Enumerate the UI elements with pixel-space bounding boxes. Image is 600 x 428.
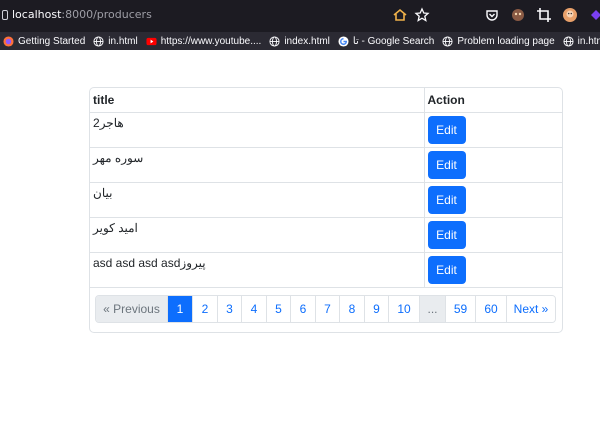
- table-row: بیان Edit: [90, 181, 563, 218]
- bookmark-in-html-2[interactable]: in.html: [563, 36, 600, 47]
- action-cell: Edit: [423, 181, 563, 218]
- producer-title: سوره مهر: [90, 146, 425, 183]
- page-button-59[interactable]: 59: [445, 296, 475, 322]
- page-button-4[interactable]: 4: [241, 296, 266, 322]
- extension-icon[interactable]: [510, 7, 526, 23]
- globe-icon: [442, 35, 453, 47]
- action-cell: Edit: [423, 251, 563, 288]
- bookmarks-toolbar: Getting Started in.html https://www.yout…: [0, 32, 600, 50]
- producer-title: هاجر2: [90, 111, 425, 148]
- firefox-icon: [3, 35, 14, 47]
- bookmark-in-html[interactable]: in.html: [93, 35, 138, 47]
- edit-button[interactable]: Edit: [427, 255, 466, 284]
- page-button-60[interactable]: 60: [475, 296, 506, 322]
- bookmark-label: Getting Started: [18, 35, 86, 47]
- url-path: :8000/producers: [61, 8, 152, 21]
- bookmark-label: تا - Google Search: [352, 35, 435, 47]
- globe-icon: [563, 35, 574, 47]
- producer-title: امید کویر: [90, 216, 425, 253]
- previous-page-button[interactable]: « Previous: [96, 296, 167, 322]
- globe-icon: [269, 35, 280, 47]
- page-button-8[interactable]: 8: [339, 296, 364, 322]
- producer-title: asd asd asd asdپیروز: [90, 251, 425, 288]
- bookmark-google-search[interactable]: تا - Google Search: [338, 36, 434, 47]
- bookmark-label: in.html: [108, 35, 138, 47]
- next-page-button[interactable]: Next »: [506, 296, 555, 322]
- bookmark-getting-started[interactable]: Getting Started: [3, 36, 85, 47]
- bookmark-youtube[interactable]: https://www.youtube....: [146, 35, 262, 47]
- producers-table: title Action هاجر2 Edit سوره مهر Edit بی…: [90, 88, 563, 288]
- edit-button[interactable]: Edit: [427, 220, 466, 249]
- page-button-7[interactable]: 7: [315, 296, 339, 322]
- page-button-6[interactable]: 6: [290, 296, 315, 322]
- address-bar[interactable]: localhost:8000/producers: [12, 8, 152, 21]
- page-button-5[interactable]: 5: [266, 296, 290, 322]
- screenshot-icon[interactable]: [536, 7, 552, 23]
- url-host: localhost: [12, 8, 62, 21]
- table-header-row: title Action: [90, 88, 563, 113]
- youtube-icon: [146, 36, 157, 47]
- overflow-menu-icon[interactable]: [588, 7, 600, 23]
- edit-button[interactable]: Edit: [427, 185, 466, 214]
- globe-icon: [93, 35, 104, 47]
- producers-card: title Action هاجر2 Edit سوره مهر Edit بی…: [89, 87, 563, 333]
- action-cell: Edit: [423, 146, 563, 183]
- bookmark-label: Problem loading page: [457, 35, 555, 47]
- profile-avatar-icon[interactable]: [562, 7, 578, 23]
- pagination: « Previous 1 2 3 4 5 6 7 8 9 10 ... 59 6…: [95, 295, 556, 323]
- bookmark-problem-loading[interactable]: Problem loading page: [442, 35, 555, 47]
- bookmark-label: in.html: [577, 35, 600, 47]
- column-header-title: title: [90, 88, 425, 113]
- column-header-action: Action: [423, 88, 563, 113]
- action-cell: Edit: [423, 111, 563, 148]
- table-row: هاجر2 Edit: [90, 111, 563, 148]
- bookmark-label: https://www.youtube....: [160, 35, 262, 47]
- action-cell: Edit: [423, 216, 563, 253]
- edit-button[interactable]: Edit: [427, 150, 466, 179]
- table-row: امید کویر Edit: [90, 216, 563, 253]
- bookmark-label: index.html: [284, 35, 330, 47]
- google-icon: [338, 35, 349, 47]
- page-info-icon[interactable]: [2, 10, 8, 20]
- bookmark-index-html[interactable]: index.html: [269, 36, 330, 47]
- table-row: سوره مهر Edit: [90, 146, 563, 183]
- page-button-9[interactable]: 9: [364, 296, 388, 322]
- table-row: asd asd asd asdپیروز Edit: [90, 251, 563, 288]
- edit-button[interactable]: Edit: [427, 115, 466, 144]
- browser-toolbar: localhost:8000/producers: [0, 0, 600, 32]
- page-button-1[interactable]: 1: [167, 296, 192, 322]
- page-button-2[interactable]: 2: [192, 296, 217, 322]
- pagination-ellipsis: ...: [419, 296, 445, 322]
- home-icon[interactable]: [392, 7, 408, 23]
- pocket-icon[interactable]: [484, 7, 500, 23]
- bookmark-star-icon[interactable]: [414, 7, 430, 23]
- page-button-10[interactable]: 10: [388, 296, 419, 322]
- page-button-3[interactable]: 3: [217, 296, 241, 322]
- producer-title: بیان: [90, 181, 425, 218]
